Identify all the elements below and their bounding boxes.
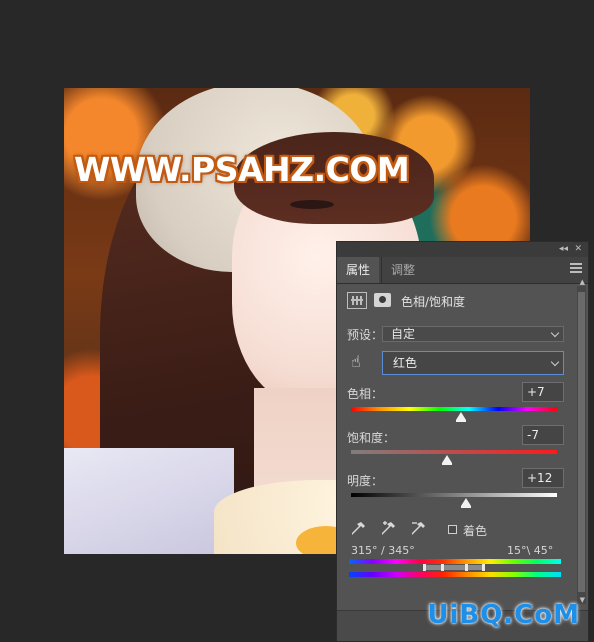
- scroll-up-icon[interactable]: ▲: [580, 278, 585, 286]
- properties-panel: ◂◂ ✕ 属性 调整 色相/饱和度 预设： 自定 ☝ 红色 色相： +7 饱和度…: [336, 241, 589, 642]
- preset-value: 自定: [391, 327, 416, 341]
- lightness-label: 明度：: [347, 474, 384, 488]
- lightness-input[interactable]: +12: [522, 468, 564, 488]
- panel-menu-icon[interactable]: [570, 263, 582, 273]
- watermark-text: WWW.PSAHZ.COM: [74, 150, 410, 189]
- color-range-bar-top: [349, 559, 561, 564]
- color-range-bar-bottom: [349, 572, 561, 577]
- range-right-label: 15°\ 45°: [507, 544, 554, 557]
- hue-label: 色相：: [347, 387, 384, 401]
- colorize-label: 着色: [463, 524, 488, 538]
- eyedropper-icon[interactable]: [349, 520, 367, 538]
- preset-label: 预设：: [347, 328, 384, 342]
- layer-mask-icon[interactable]: [374, 293, 391, 307]
- saturation-label: 饱和度：: [347, 431, 396, 445]
- eye: [290, 200, 334, 209]
- close-panel-icon[interactable]: ✕: [574, 242, 582, 257]
- range-left-label: 315° / 345°: [351, 544, 415, 557]
- chevron-down-icon: [550, 357, 560, 367]
- collapse-panel-icon[interactable]: ◂◂: [559, 242, 568, 257]
- range-handle[interactable]: [465, 564, 468, 571]
- range-handle[interactable]: [423, 564, 426, 571]
- shirt: [64, 448, 234, 554]
- eyedropper-plus-icon[interactable]: [379, 520, 397, 538]
- tab-adjustments[interactable]: 调整: [381, 257, 424, 283]
- panel-scrollbar[interactable]: [577, 286, 586, 604]
- range-handle[interactable]: [482, 564, 485, 571]
- adjustment-header: 色相/饱和度: [347, 291, 577, 311]
- hue-slider-thumb[interactable]: [456, 412, 466, 422]
- lightness-slider-thumb[interactable]: [461, 498, 471, 508]
- saturation-slider-thumb[interactable]: [442, 455, 452, 465]
- colorize-checkbox[interactable]: [448, 525, 457, 534]
- hue-saturation-adjustment-icon[interactable]: [347, 292, 367, 309]
- chevron-down-icon: [550, 328, 560, 338]
- tab-properties[interactable]: 属性: [337, 257, 380, 283]
- hue-slider-track[interactable]: [351, 407, 557, 411]
- saturation-slider-track[interactable]: [351, 450, 557, 454]
- adjustment-title: 色相/饱和度: [401, 295, 466, 309]
- site-logo: UiBQ.CoM: [427, 600, 580, 630]
- eyedropper-minus-icon[interactable]: [409, 520, 427, 538]
- panel-titlebar: ◂◂ ✕: [337, 242, 588, 257]
- hand-targeted-adjustment-icon[interactable]: ☝: [351, 352, 361, 371]
- saturation-input[interactable]: -7: [522, 425, 564, 445]
- hue-input[interactable]: +7: [522, 382, 564, 402]
- preset-dropdown[interactable]: 自定: [382, 326, 564, 342]
- panel-tabbar: 属性 调整: [337, 257, 588, 284]
- channel-dropdown[interactable]: 红色: [382, 351, 564, 375]
- lightness-slider-track[interactable]: [351, 493, 557, 497]
- scroll-down-icon[interactable]: ▼: [580, 596, 585, 604]
- range-handle[interactable]: [441, 564, 444, 571]
- color-range-selection[interactable]: [425, 565, 483, 570]
- channel-value: 红色: [393, 356, 418, 370]
- scrollbar-thumb[interactable]: [578, 292, 585, 592]
